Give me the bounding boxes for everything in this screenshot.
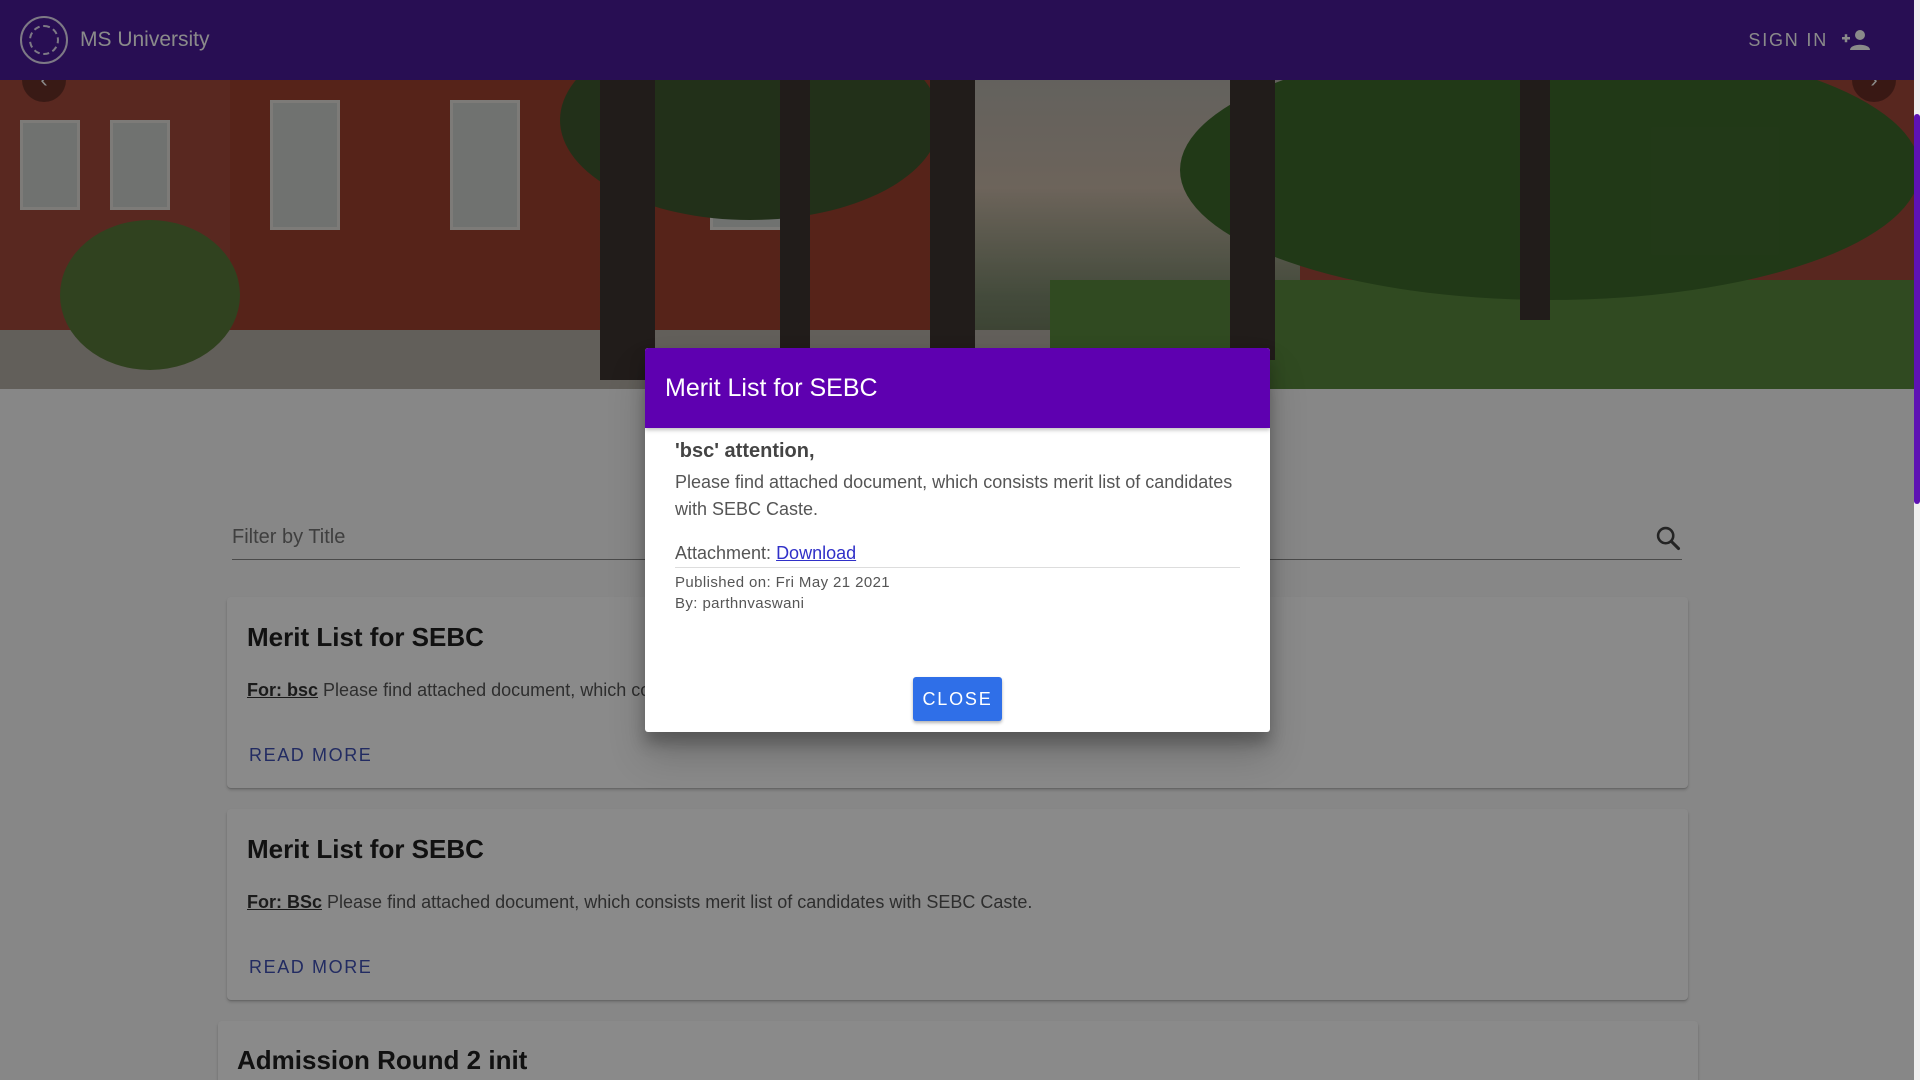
notice-dialog: Merit List for SEBC 'bsc' attention, Ple… — [645, 348, 1270, 732]
attachment-row: Attachment: Download — [675, 543, 1240, 568]
attachment-label: Attachment: — [675, 543, 772, 563]
close-button[interactable]: CLOSE — [913, 677, 1002, 721]
download-link[interactable]: Download — [776, 543, 856, 563]
page-scrollbar[interactable] — [1914, 0, 1920, 1080]
dialog-header: Merit List for SEBC — [645, 348, 1270, 428]
dialog-content: 'bsc' attention, Please find attached do… — [645, 428, 1270, 612]
published-date: Published on: Fri May 21 2021 — [675, 574, 891, 591]
scrollbar-thumb[interactable] — [1914, 114, 1920, 504]
dialog-message: Please find attached document, which con… — [675, 472, 1233, 519]
dialog-attention: 'bsc' attention, — [675, 440, 815, 462]
dialog-title: Merit List for SEBC — [665, 373, 878, 402]
author: By: parthnvaswani — [675, 595, 805, 612]
